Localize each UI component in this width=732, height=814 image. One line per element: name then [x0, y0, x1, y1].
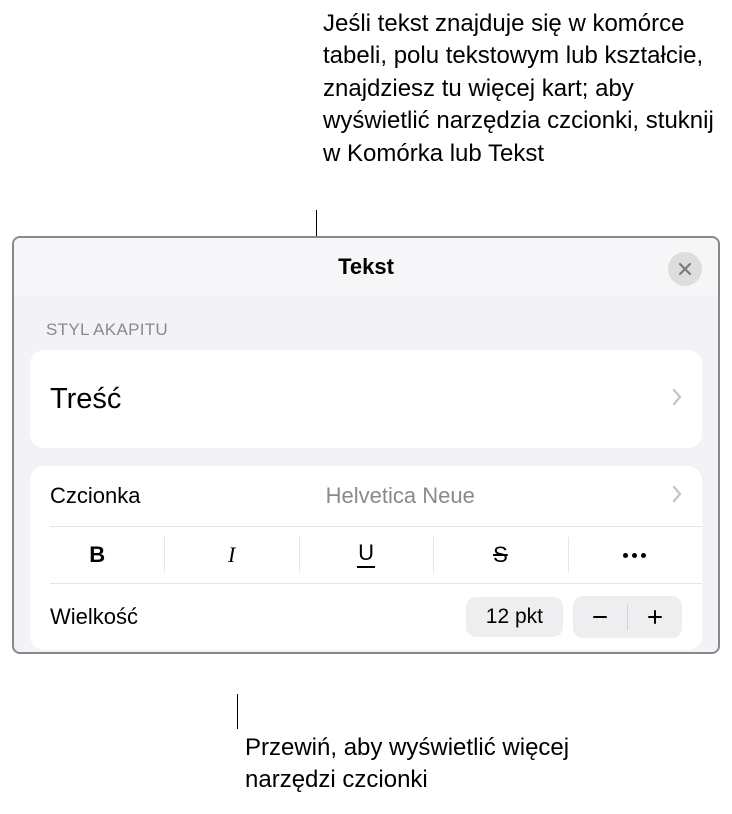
callout-line: [237, 694, 238, 729]
callout-top-text: Jeśli tekst znajduje się w komórce tabel…: [323, 8, 723, 170]
chevron-right-icon: [672, 388, 682, 411]
close-button[interactable]: [668, 252, 702, 286]
more-styles-button[interactable]: [568, 527, 702, 583]
panel-title: Tekst: [338, 254, 394, 280]
size-value[interactable]: 12 pkt: [466, 597, 563, 637]
underline-button[interactable]: U: [299, 527, 433, 583]
text-format-panel: Tekst STYL AKAPITU Treść Czcionka Helvet…: [12, 236, 720, 654]
paragraph-style-row[interactable]: Treść: [30, 350, 702, 448]
size-decrease-button[interactable]: [573, 596, 627, 638]
chevron-right-icon: [672, 485, 682, 508]
size-increase-button[interactable]: [628, 596, 682, 638]
minus-icon: [591, 608, 609, 626]
font-card: Czcionka Helvetica Neue B I U S: [30, 466, 702, 650]
size-row: Wielkość 12 pkt: [30, 584, 702, 650]
font-label: Czcionka: [50, 483, 140, 509]
close-icon: [678, 262, 692, 276]
callout-bottom-text: Przewiń, aby wyświetlić więcej narzędzi …: [245, 732, 625, 797]
paragraph-style-section-label: STYL AKAPITU: [46, 320, 718, 340]
bold-button[interactable]: B: [30, 527, 164, 583]
underline-icon: U: [357, 542, 375, 568]
paragraph-style-value: Treść: [50, 383, 121, 416]
text-style-row: B I U S: [30, 527, 702, 583]
plus-icon: [646, 608, 664, 626]
panel-header: Tekst: [14, 238, 718, 296]
paragraph-style-card: Treść: [30, 350, 702, 448]
font-value: Helvetica Neue: [326, 483, 475, 509]
size-label: Wielkość: [50, 604, 138, 630]
italic-button[interactable]: I: [164, 527, 298, 583]
strikethrough-button[interactable]: S: [433, 527, 567, 583]
panel-body: STYL AKAPITU Treść Czcionka Helvetica Ne…: [14, 320, 718, 652]
font-row[interactable]: Czcionka Helvetica Neue: [30, 466, 702, 526]
more-icon: [623, 553, 646, 558]
size-stepper: [573, 596, 682, 638]
